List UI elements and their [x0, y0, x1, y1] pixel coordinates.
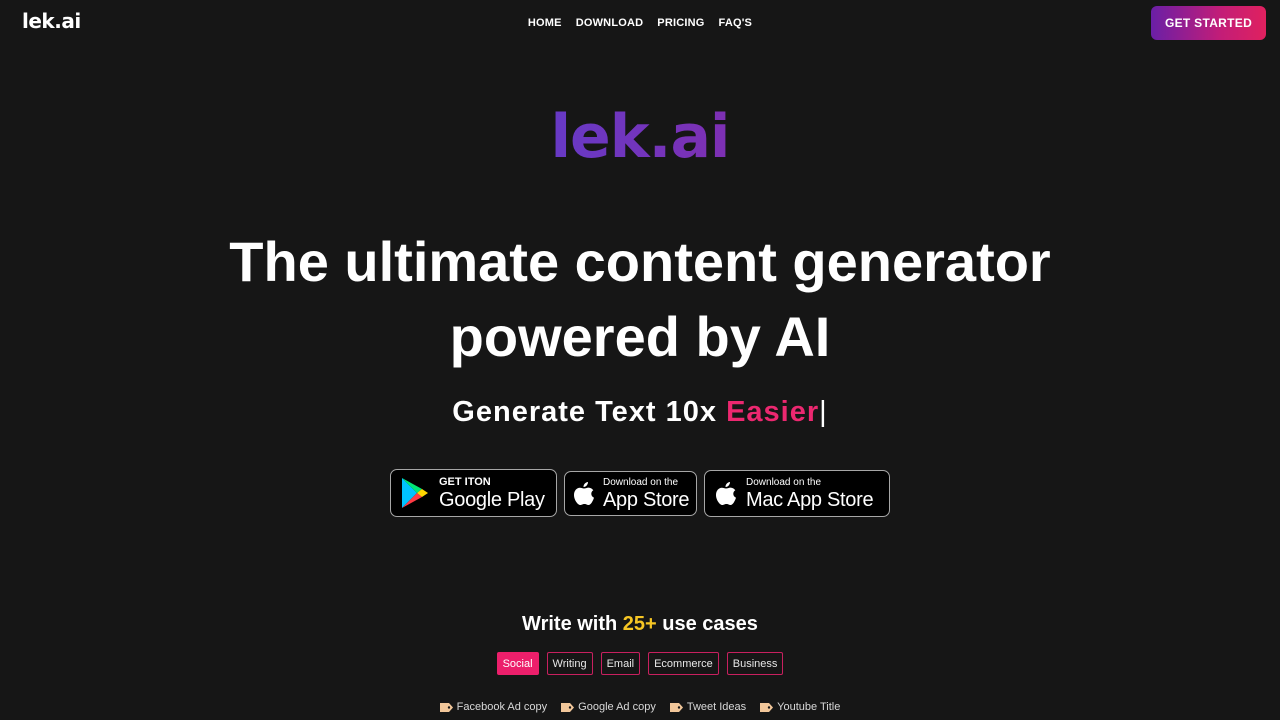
- label-tag-icon: [561, 702, 575, 712]
- tab-email[interactable]: Email: [600, 652, 641, 675]
- usecase-example-label: Youtube Title: [777, 701, 841, 713]
- google-play-badge[interactable]: GET ITON Google Play: [390, 469, 557, 517]
- usecase-example-item[interactable]: Facebook Ad copy: [439, 701, 548, 713]
- tab-ecommerce[interactable]: Ecommerce: [648, 652, 719, 675]
- tab-business[interactable]: Business: [726, 652, 784, 675]
- main-nav: HOME DOWNLOAD PRICING FAQ'S: [0, 17, 1280, 29]
- usecase-example-label: Google Ad copy: [578, 701, 656, 713]
- typing-caret: |: [819, 396, 828, 428]
- tab-social[interactable]: Social: [496, 652, 539, 675]
- mac-app-store-badge[interactable]: Download on the Mac App Store: [704, 470, 890, 517]
- usecase-examples-list: Facebook Ad copy Google Ad copy Tweet Id…: [0, 701, 1280, 713]
- app-store-badge[interactable]: Download on the App Store: [564, 471, 697, 516]
- hero-title-line-2: powered by AI: [449, 305, 831, 368]
- usecases-heading-suffix: use cases: [656, 613, 758, 635]
- tab-writing[interactable]: Writing: [546, 652, 593, 675]
- nav-faqs-link[interactable]: FAQ'S: [719, 17, 753, 29]
- usecase-example-item[interactable]: Tweet Ideas: [669, 701, 747, 713]
- mac-app-store-big-text: Mac App Store: [746, 488, 874, 511]
- usecases-heading-prefix: Write with: [522, 613, 623, 635]
- apple-icon: [565, 481, 603, 507]
- subtitle-prefix: Generate Text 10x: [452, 396, 727, 428]
- app-store-big-text: App Store: [603, 488, 690, 511]
- google-play-icon: [391, 477, 439, 509]
- mac-app-store-small-text: Download on the: [746, 476, 822, 488]
- subtitle-accent-word: Easier: [726, 396, 820, 428]
- usecase-category-tabs: Social Writing Email Ecommerce Business: [0, 652, 1280, 675]
- nav-download-link[interactable]: DOWNLOAD: [576, 17, 644, 29]
- usecase-example-label: Facebook Ad copy: [456, 701, 548, 713]
- nav-pricing-link[interactable]: PRICING: [657, 17, 704, 29]
- get-started-button[interactable]: GET STARTED: [1151, 6, 1266, 40]
- label-tag-icon: [439, 702, 453, 712]
- apple-icon: [705, 481, 746, 507]
- usecases-count: 25+: [622, 613, 657, 635]
- app-store-small-text: Download on the: [603, 476, 679, 488]
- nav-home-link[interactable]: HOME: [528, 17, 562, 29]
- usecases-heading: Write with 25+ use cases: [0, 613, 1280, 636]
- hero-subtitle: Generate Text 10x Easier|: [0, 396, 1280, 429]
- usecase-example-item[interactable]: Google Ad copy: [561, 701, 656, 713]
- usecase-example-item[interactable]: Youtube Title: [760, 701, 840, 713]
- google-play-big-text: Google Play: [439, 488, 545, 511]
- hero-logo: lek.ai: [0, 102, 1280, 172]
- hero-title: The ultimate content generator powered b…: [0, 224, 1280, 374]
- label-tag-icon: [669, 702, 683, 712]
- label-tag-icon: [760, 702, 774, 712]
- hero-title-line-1: The ultimate content generator: [229, 230, 1051, 293]
- usecase-example-label: Tweet Ideas: [686, 701, 747, 713]
- google-play-small-text: GET ITON: [439, 475, 491, 488]
